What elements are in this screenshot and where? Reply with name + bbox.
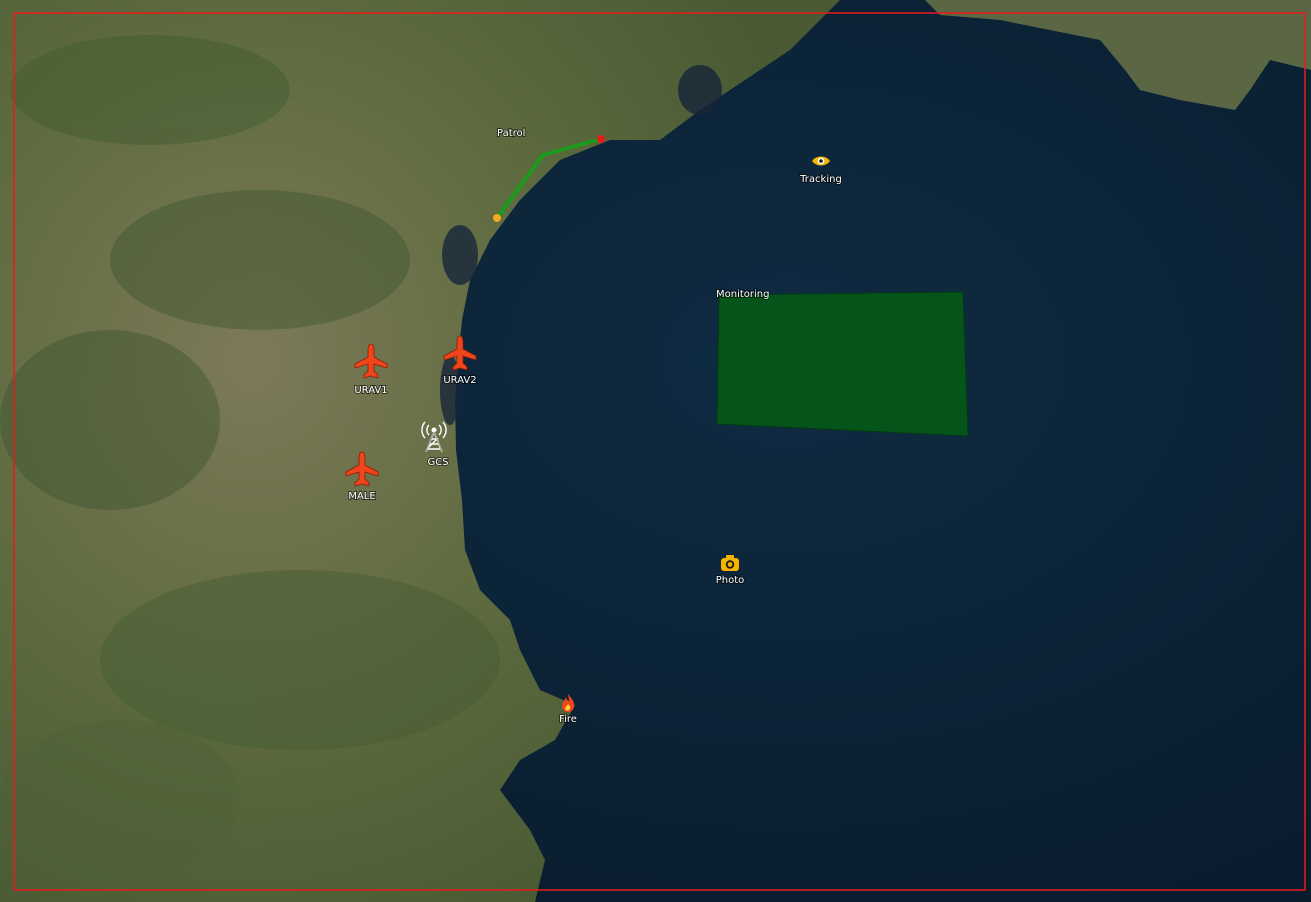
point-fire-label: Fire bbox=[559, 714, 577, 725]
point-photo-label: Photo bbox=[716, 575, 745, 586]
monitoring-zone-label: Monitoring bbox=[716, 289, 769, 300]
monitoring-zone[interactable] bbox=[716, 291, 969, 437]
point-tracking-label: Tracking bbox=[799, 174, 842, 185]
aircraft-label: URAV1 bbox=[354, 385, 387, 396]
patrol-route-end-point[interactable] bbox=[597, 135, 605, 143]
ground-control-station-label: GCS bbox=[427, 457, 448, 468]
patrol-route-start-point[interactable] bbox=[493, 214, 501, 222]
aircraft-label: URAV2 bbox=[443, 375, 476, 386]
aircraft-label: MALE bbox=[348, 491, 375, 502]
patrol-route-label: Patrol bbox=[497, 128, 525, 139]
mission-map[interactable]: Monitoring Patrol URAV1 URAV2 MALE GCS T… bbox=[0, 0, 1311, 902]
